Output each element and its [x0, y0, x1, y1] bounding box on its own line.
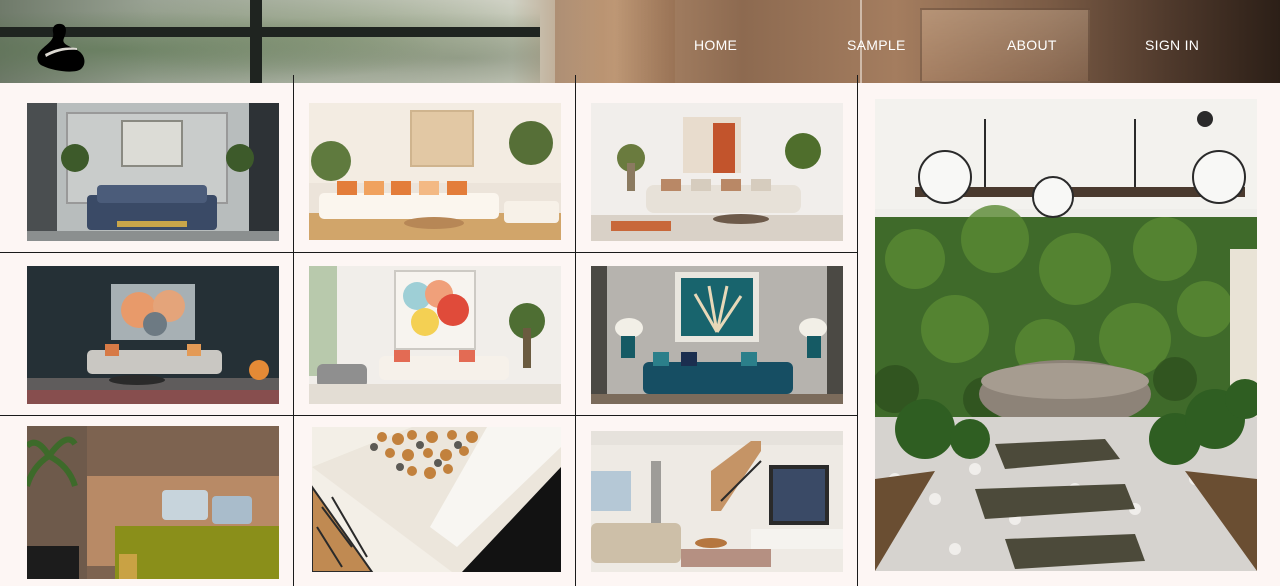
nav-about[interactable]: ABOUT	[1007, 37, 1057, 57]
curtain	[555, 0, 675, 83]
gallery-image-modern-staircase-room[interactable]	[591, 431, 843, 572]
grid-divider	[293, 75, 294, 586]
hero-header: HOME SAMPLE ABOUT SIGN IN	[0, 0, 1280, 83]
gallery-image-sunny-living-room[interactable]	[309, 103, 561, 240]
nav-sample[interactable]: SAMPLE	[847, 37, 906, 57]
nav-sign-in[interactable]: SIGN IN	[1145, 37, 1199, 57]
gallery-image-dark-living-room[interactable]	[27, 266, 279, 404]
window-frame	[250, 0, 262, 83]
wall-panel	[920, 8, 1090, 83]
grid-divider	[0, 415, 858, 416]
gallery-image-navy-velvet-living-room[interactable]	[591, 266, 843, 404]
gallery-image-mosaic-closeup[interactable]	[312, 427, 561, 572]
gallery-image-minimal-living-room[interactable]	[591, 103, 843, 241]
gallery-image-bright-living-room-colorful-art[interactable]	[309, 266, 561, 404]
feature-image-stone-bathtub-bathroom[interactable]	[875, 99, 1257, 571]
abstract-wave-logo-icon[interactable]	[31, 22, 89, 74]
grid-divider	[575, 75, 576, 586]
gallery-image-olive-bedroom[interactable]	[27, 426, 279, 579]
grid-divider	[857, 75, 858, 586]
gallery-image-classic-gray-living-room[interactable]	[27, 103, 279, 241]
nav-home[interactable]: HOME	[694, 37, 737, 57]
grid-divider	[0, 252, 858, 253]
